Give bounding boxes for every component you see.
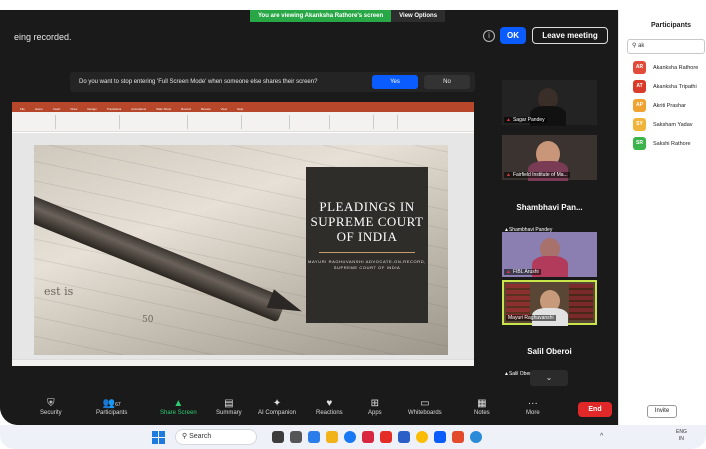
reactions-button[interactable]: ♥ Reactions — [316, 398, 343, 416]
video-tile[interactable]: ▲ Fairfield Institute of Ma... — [502, 135, 597, 181]
people-icon: 👥67 — [102, 398, 121, 409]
fullscreen-question: Do you want to stop entering 'Full Scree… — [79, 79, 318, 85]
panel-title: Participants — [651, 22, 692, 29]
app-icon[interactable] — [308, 431, 320, 443]
powerpoint-ribbon — [12, 112, 474, 132]
participant-row-name: Saksham Yadav — [653, 121, 693, 128]
app-icon[interactable] — [470, 431, 482, 443]
avatar: SY — [633, 118, 646, 131]
apps-button[interactable]: ⊞ Apps — [368, 398, 382, 416]
mic-muted-icon: ▲ — [506, 117, 511, 123]
meeting-top-bar: eing recorded. i OK Leave meeting — [0, 22, 618, 52]
participant-row[interactable]: AT Akanksha Tripathi — [633, 77, 706, 96]
avatar: AT — [633, 80, 646, 93]
participant-row-name: Akriti Prashar — [653, 102, 687, 109]
summary-icon: ▤ — [224, 398, 234, 409]
participant-row[interactable]: AR Akanksha Rathore — [633, 58, 706, 77]
recording-notice: eing recorded. — [14, 32, 72, 42]
viewing-banner: You are viewing Akanksha Rathore's scree… — [250, 10, 446, 22]
participant-name: Mayuri Raghuvanshi — [506, 315, 556, 321]
app-icon[interactable] — [398, 431, 410, 443]
avatar: SR — [633, 137, 646, 150]
participant-display-name: Salil Oberoi — [527, 347, 572, 356]
no-button[interactable]: No — [424, 75, 470, 89]
participant-row-name: Akanksha Rathore — [653, 64, 699, 71]
mic-muted-icon: ▲ — [506, 172, 511, 178]
sparkle-icon: ✦ — [272, 398, 282, 409]
participant-row-name: Sakshi Rathore — [653, 140, 691, 147]
participant-name: Sagar Pandey — [512, 117, 545, 123]
participant-row[interactable]: AP Akriti Prashar — [633, 96, 706, 115]
windows-start-icon[interactable] — [152, 431, 165, 444]
reactions-icon: ♥ — [326, 398, 333, 409]
fullscreen-prompt: Do you want to stop entering 'Full Scree… — [70, 72, 475, 92]
apps-icon: ⊞ — [370, 398, 380, 409]
participant-list: AR Akanksha Rathore AT Akanksha Tripathi… — [619, 58, 706, 153]
powerpoint-icon[interactable] — [452, 431, 464, 443]
slide-byline: MAYURI RAGHUVANSHI ADVOCATE-ON-RECORD, S… — [308, 259, 426, 270]
participant-name: Fairfield Institute of Ma... — [512, 172, 568, 178]
slide-editor-area: est is 50 PLEADINGS IN SUPREME COURT OF … — [12, 133, 474, 359]
ai-companion-button[interactable]: ✦ AI Companion — [258, 398, 296, 416]
leave-meeting-button[interactable]: Leave meeting — [532, 27, 608, 44]
slide-title: PLEADINGS IN SUPREME COURT OF INDIA — [310, 199, 424, 244]
video-tile[interactable]: ▲ FIBL Arushi — [502, 232, 597, 277]
invite-button[interactable]: Invite — [647, 405, 677, 418]
security-button[interactable]: ⛨ Security — [40, 398, 62, 416]
participant-name: FIBL Arushi — [512, 269, 539, 275]
meeting-toolbar: ⛨ Security 👥67 Participants ▲ Share Scre… — [0, 392, 618, 425]
participant-display-name: Shambhavi Pan... — [516, 203, 583, 212]
info-icon[interactable]: i — [483, 30, 495, 42]
shared-screen: File Home Insert Draw Design Transitions Anima… — [12, 102, 474, 366]
tray-chevron-icon[interactable]: ^ — [600, 433, 603, 440]
participant-count: 67 — [115, 402, 121, 408]
active-speaker-tile[interactable]: Mayuri Raghuvanshi — [502, 280, 597, 326]
slide-title-box: PLEADINGS IN SUPREME COURT OF INDIA MAYU… — [306, 167, 428, 323]
video-tile[interactable]: ▲ Sagar Pandey — [502, 80, 597, 126]
participants-button[interactable]: 👥67 Participants — [96, 398, 127, 416]
whiteboards-button[interactable]: ▭ Whiteboards — [408, 398, 442, 416]
summary-button[interactable]: ▤ Summary — [216, 398, 242, 416]
view-options-button[interactable]: View Options — [391, 10, 446, 22]
app-icon[interactable] — [362, 431, 374, 443]
participant-search-input[interactable]: ⚲ ak — [627, 39, 705, 54]
youtube-icon[interactable] — [380, 431, 392, 443]
notes-button[interactable]: ▦ Notes — [474, 398, 490, 416]
more-button[interactable]: ··· More — [526, 398, 540, 416]
taskbar-search-input[interactable]: ⚲ Search — [175, 429, 257, 445]
zoom-icon[interactable] — [434, 431, 446, 443]
file-explorer-icon[interactable] — [326, 431, 338, 443]
participant-row-name: Akanksha Tripathi — [653, 83, 697, 90]
yes-button[interactable]: Yes — [372, 75, 418, 89]
chrome-icon[interactable] — [416, 431, 428, 443]
desktop: eing recorded. i OK Leave meeting Do you… — [0, 0, 706, 449]
zoom-meeting-window: eing recorded. i OK Leave meeting Do you… — [0, 10, 618, 425]
video-tile[interactable]: Shambhavi Pan... ▲Shambhavi Pandey — [502, 190, 597, 235]
share-screen-button[interactable]: ▲ Share Screen — [160, 398, 197, 416]
app-icon[interactable] — [272, 431, 284, 443]
whiteboard-icon: ▭ — [420, 398, 430, 409]
app-icon[interactable] — [290, 431, 302, 443]
slide-bg-text: est is — [44, 285, 74, 298]
participant-row[interactable]: SY Saksham Yadav — [633, 115, 706, 134]
end-meeting-button[interactable]: End — [578, 402, 612, 417]
avatar: AR — [633, 61, 646, 74]
participant-row[interactable]: SR Sakshi Rathore — [633, 134, 706, 153]
shield-icon: ⛨ — [47, 398, 55, 409]
windows-taskbar: ⚲ Search ^ ENG IN — [0, 425, 706, 449]
language-indicator[interactable]: ENG IN — [676, 429, 687, 443]
slide: est is 50 PLEADINGS IN SUPREME COURT OF … — [34, 145, 448, 355]
share-icon: ▲ — [173, 398, 184, 409]
gallery-scroll-down-button[interactable]: ⌄ — [530, 370, 568, 386]
mic-muted-icon: ▲ — [506, 269, 511, 275]
ok-button[interactable]: OK — [500, 27, 526, 44]
notes-icon: ▦ — [477, 398, 487, 409]
powerpoint-statusbar — [12, 359, 474, 366]
viewing-label: You are viewing Akanksha Rathore's scree… — [250, 10, 392, 22]
participants-panel: Participants ⚲ ak AR Akanksha Rathore AT… — [618, 10, 706, 425]
facebook-icon[interactable] — [344, 431, 356, 443]
avatar: AP — [633, 99, 646, 112]
slide-bg-number: 50 — [142, 315, 154, 325]
more-icon: ··· — [527, 398, 538, 409]
